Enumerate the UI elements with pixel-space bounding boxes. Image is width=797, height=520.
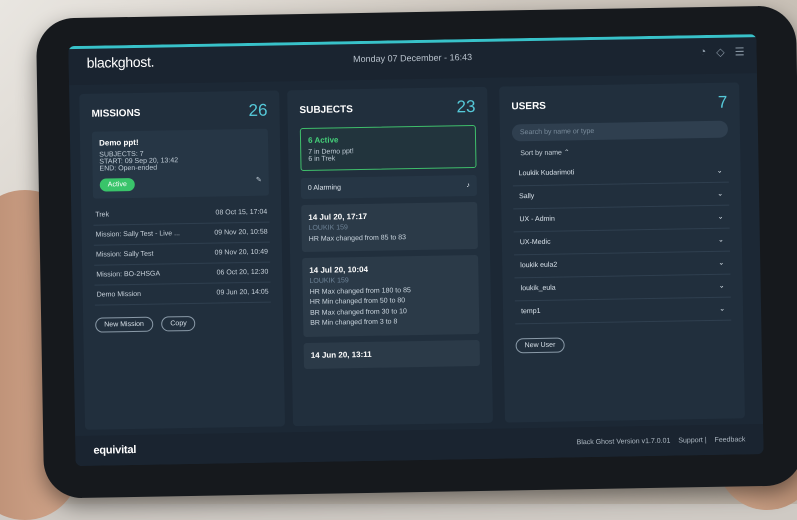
mission-name: Demo ppt! (98, 137, 139, 148)
chevron-down-icon: ⌄ (716, 167, 723, 175)
new-user-button[interactable]: New User (515, 337, 565, 354)
top-bar: blackghost. Monday 07 December - 16:43 ◔… (68, 34, 757, 86)
subjects-count: 23 (456, 97, 476, 117)
missions-panel: MISSIONS 26 Demo ppt! SUBJECTS: 7 START:… (79, 90, 286, 430)
chevron-down-icon: ⌄ (717, 190, 724, 198)
support-link[interactable]: Support (678, 437, 703, 444)
chevron-down-icon: ⌄ (717, 213, 724, 221)
tablet: blackghost. Monday 07 December - 16:43 ◔… (35, 5, 797, 499)
users-count: 7 (717, 92, 728, 112)
notification-item[interactable]: 14 Jul 20, 17:17 LOUKIK 159 HR Max chang… (301, 201, 478, 253)
sort-dropdown[interactable]: Sort by name ⌃ (520, 146, 728, 157)
equivital-logo: equivital (93, 443, 137, 457)
new-mission-button[interactable]: New Mission (95, 316, 154, 333)
chevron-down-icon: ⌄ (719, 305, 726, 313)
menu-icon[interactable]: ☰ (735, 45, 745, 58)
active-line-2: 6 in Trek (308, 155, 336, 163)
chevron-down-icon: ⌄ (717, 236, 724, 244)
user-list: Loukik Kudarimoti ⌄ Sally ⌄ UX - Admin ⌄ UX… (512, 159, 732, 325)
status-badge: Active (99, 177, 135, 192)
mission-list: Trek 08 Oct 15, 17:04 Mission: Sally Test… (93, 202, 271, 306)
active-subjects-card[interactable]: 6 Active 7 in Demo ppt! 6 in Trek (299, 125, 477, 172)
datetime: Monday 07 December - 16:43 (352, 52, 473, 65)
copy-button[interactable]: Copy (161, 315, 196, 332)
top-icons: ◔ ◇ ☰ (699, 45, 744, 59)
feedback-link[interactable]: Feedback (715, 436, 746, 444)
alarming-label: 0 Alarming (307, 184, 342, 192)
chevron-down-icon: ⌄ (718, 259, 725, 267)
alarming-card[interactable]: 0 Alarming ♪ (300, 174, 478, 200)
subjects-panel: SUBJECTS 23 6 Active 7 in Demo ppt! 6 in… (287, 86, 493, 427)
footer-links: Black Ghost Version v1.7.0.01 Support | … (576, 435, 746, 446)
subjects-title: SUBJECTS (299, 103, 353, 116)
users-title: USERS (511, 100, 547, 112)
active-count: 6 Active (307, 135, 339, 145)
notification-item[interactable]: 14 Jul 20, 10:04 LOUKIK 159 HR Max chang… (302, 254, 480, 337)
search-input[interactable]: Search by name or type (511, 120, 729, 142)
users-panel: USERS 7 Search by name or type Sort by n… (499, 82, 745, 423)
mission-end: END: Open-ended (99, 164, 158, 173)
missions-count: 26 (248, 100, 268, 120)
app-screen: blackghost. Monday 07 December - 16:43 ◔… (68, 34, 764, 467)
note-date: 14 Jun 20, 13:11 (310, 349, 372, 360)
bell-icon: ♪ (466, 182, 470, 190)
list-item[interactable]: Demo Mission 09 Jun 20, 14:05 (94, 282, 271, 306)
edit-icon[interactable]: ✎ (256, 176, 262, 184)
version-text: Black Ghost Version v1.7.0.01 (576, 437, 671, 446)
notification-item[interactable]: 14 Jun 20, 13:11 (303, 339, 480, 369)
note-line: HR Max changed from 85 to 83 (308, 233, 407, 243)
chevron-down-icon: ⌄ (718, 282, 725, 290)
chat-icon[interactable]: ◇ (716, 46, 725, 59)
footer: equivital Black Ghost Version v1.7.0.01 … (75, 424, 764, 467)
missions-title: MISSIONS (91, 107, 141, 120)
mission-card-demo[interactable]: Demo ppt! SUBJECTS: 7 START: 09 Sep 20, … (91, 128, 269, 199)
list-item[interactable]: temp1 ⌄ (514, 297, 732, 325)
notification-icon[interactable]: ◔ (699, 46, 706, 59)
note-line: BR Min changed from 3 to 8 (310, 318, 398, 327)
